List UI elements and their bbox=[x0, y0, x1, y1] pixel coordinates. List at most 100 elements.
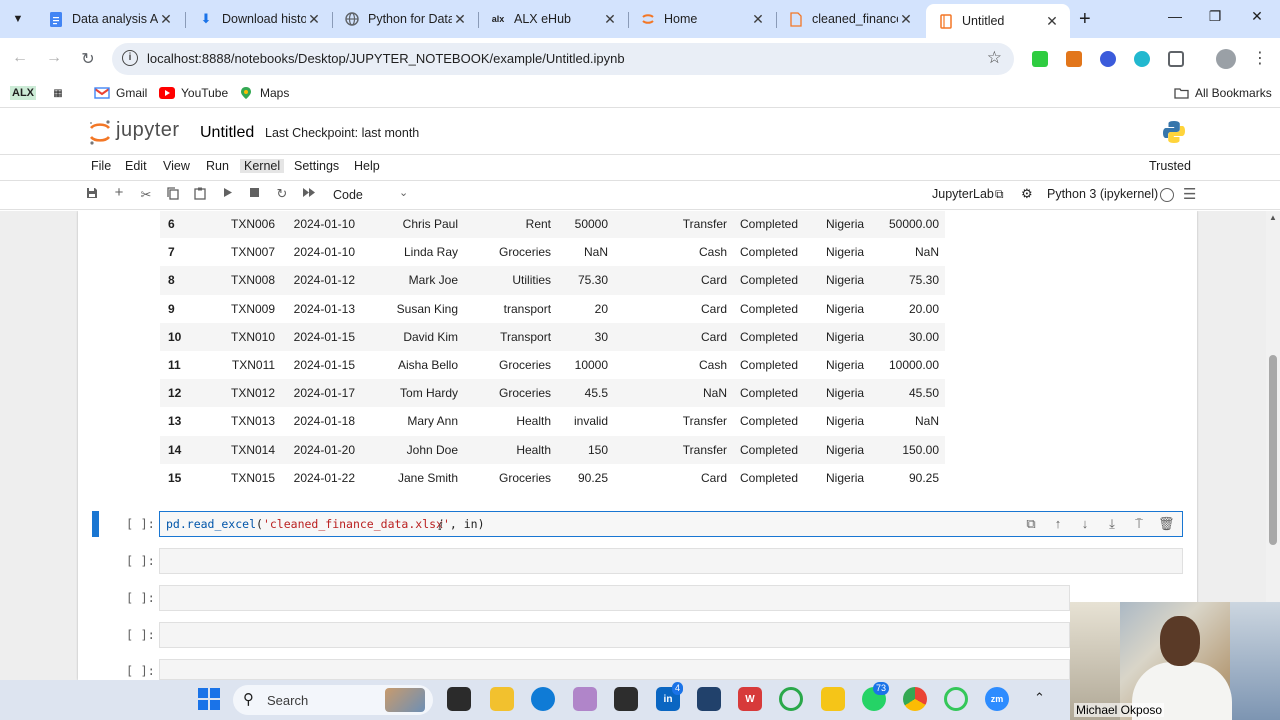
notebook-title[interactable]: Untitled bbox=[200, 124, 254, 142]
windows-start-icon[interactable] bbox=[198, 688, 220, 710]
vscode-icon[interactable] bbox=[697, 687, 721, 711]
reload-icon[interactable]: ↻ bbox=[78, 49, 98, 69]
browser-tab[interactable]: cleaned_finance ✕ bbox=[776, 4, 924, 34]
insert-above-icon[interactable]: ⍑ bbox=[1131, 516, 1147, 532]
tab-close-icon[interactable]: ✕ bbox=[602, 11, 618, 28]
menu-run[interactable]: Run bbox=[202, 159, 233, 173]
browser-tab[interactable]: Data analysis Ab ✕ bbox=[36, 4, 184, 34]
taskbar-search[interactable]: ⚲ Search bbox=[233, 685, 433, 715]
jupyter-logo-icon[interactable] bbox=[88, 119, 112, 145]
chevron-down-icon[interactable]: ⌄ bbox=[399, 186, 408, 199]
bookmark-gmail[interactable]: Gmail bbox=[94, 86, 147, 100]
pycharm-icon[interactable] bbox=[614, 687, 638, 711]
minimize-icon[interactable]: — bbox=[1165, 8, 1185, 24]
forward-arrow-icon[interactable]: → bbox=[44, 49, 64, 67]
table-row: 9 TXN009 2024-01-13 Susan King transport 20 Ca… bbox=[160, 295, 945, 323]
save-icon[interactable] bbox=[84, 187, 100, 202]
tab-close-icon[interactable]: ✕ bbox=[750, 11, 766, 28]
cell-type-select[interactable]: Code bbox=[333, 188, 363, 202]
task-view-icon[interactable] bbox=[447, 687, 471, 711]
active-cell-marker bbox=[92, 511, 99, 537]
restore-icon[interactable]: ❐ bbox=[1205, 8, 1225, 25]
bookmark-youtube[interactable]: YouTube bbox=[159, 86, 228, 100]
app-icon[interactable] bbox=[944, 687, 968, 711]
site-info-icon[interactable]: i bbox=[122, 50, 138, 66]
edge-icon[interactable] bbox=[531, 687, 555, 711]
menu-settings[interactable]: Settings bbox=[290, 159, 343, 173]
extensions-puzzle-icon[interactable] bbox=[1168, 51, 1184, 67]
back-arrow-icon[interactable]: ← bbox=[10, 49, 30, 67]
app-icon[interactable] bbox=[573, 687, 597, 711]
add-cell-icon[interactable]: + bbox=[111, 184, 127, 201]
chrome-icon[interactable] bbox=[903, 687, 927, 711]
hamburger-menu-icon[interactable]: ☰ bbox=[1183, 185, 1196, 203]
browser-tab[interactable]: Python for Data ✕ bbox=[332, 4, 478, 34]
power-bi-icon[interactable] bbox=[821, 687, 845, 711]
duplicate-cell-icon[interactable]: ⧉ bbox=[1023, 516, 1039, 532]
scroll-up-arrow-icon[interactable]: ▲ bbox=[1269, 213, 1277, 222]
tab-close-icon[interactable]: ✕ bbox=[898, 11, 914, 28]
paste-icon[interactable] bbox=[192, 187, 208, 203]
browser-tab[interactable]: alx ALX eHub ✕ bbox=[478, 4, 628, 34]
code-cell-input[interactable] bbox=[159, 548, 1183, 574]
whatsapp-badge: 73 bbox=[873, 682, 890, 695]
code-text[interactable]: pd.read_excel('cleaned_finance_data.xlsx… bbox=[166, 517, 485, 531]
trusted-indicator[interactable]: Trusted bbox=[1149, 159, 1191, 173]
run-icon[interactable] bbox=[220, 187, 236, 201]
move-down-icon[interactable]: ↓ bbox=[1077, 516, 1093, 532]
tab-close-icon[interactable]: ✕ bbox=[158, 11, 174, 28]
code-cell-input[interactable] bbox=[159, 622, 1070, 648]
browser-tab[interactable]: ⬇ Download histor ✕ bbox=[186, 4, 332, 34]
table-cell: Completed bbox=[733, 211, 805, 239]
external-link-icon[interactable]: ⧉ bbox=[995, 187, 1004, 202]
extension-icon[interactable] bbox=[1032, 51, 1048, 67]
app-icon[interactable] bbox=[779, 687, 803, 711]
tab-search-chevron-icon[interactable]: ▼ bbox=[6, 7, 30, 31]
system-tray-chevron-icon[interactable]: ⌃ bbox=[1034, 690, 1045, 706]
tab-close-icon[interactable]: ✕ bbox=[306, 11, 322, 28]
stop-icon[interactable] bbox=[247, 187, 263, 201]
copy-icon[interactable] bbox=[165, 187, 181, 203]
restart-icon[interactable]: ↻ bbox=[274, 186, 290, 202]
scrollbar-thumb[interactable] bbox=[1269, 355, 1277, 545]
browser-tab[interactable]: Home ✕ bbox=[628, 4, 776, 34]
bookmark-alx[interactable]: ALX bbox=[10, 86, 36, 100]
bookmark-maps[interactable]: Maps bbox=[238, 86, 289, 100]
new-tab-plus-icon[interactable]: + bbox=[1079, 8, 1091, 31]
code-cell-input-active[interactable]: pd.read_excel('cleaned_finance_data.xlsx… bbox=[159, 511, 1183, 537]
apps-grid-icon[interactable]: ▦ bbox=[50, 86, 72, 100]
all-bookmarks[interactable]: All Bookmarks bbox=[1173, 86, 1272, 100]
code-cell-input[interactable] bbox=[159, 585, 1070, 611]
menu-view[interactable]: View bbox=[159, 159, 194, 173]
zoom-icon[interactable]: zm bbox=[985, 687, 1009, 711]
extension-icon[interactable] bbox=[1100, 51, 1116, 67]
menu-help[interactable]: Help bbox=[350, 159, 384, 173]
insert-below-icon[interactable]: ⤓ bbox=[1104, 516, 1120, 532]
gear-icon[interactable]: ⚙ bbox=[1021, 186, 1033, 202]
tab-title: cleaned_finance bbox=[812, 12, 898, 26]
tab-close-icon[interactable]: ✕ bbox=[452, 11, 468, 28]
profile-avatar[interactable] bbox=[1216, 49, 1236, 69]
address-url[interactable]: localhost:8888/notebooks/Desktop/JUPYTER… bbox=[147, 51, 625, 66]
jupyterlab-link[interactable]: JupyterLab bbox=[932, 187, 994, 201]
delete-cell-icon[interactable]: 🗑 bbox=[1158, 516, 1175, 532]
extension-icon[interactable] bbox=[1134, 51, 1150, 67]
chrome-menu-icon[interactable]: ⋮ bbox=[1252, 48, 1268, 68]
menu-file[interactable]: File bbox=[87, 159, 115, 173]
file-explorer-icon[interactable] bbox=[490, 687, 514, 711]
tab-close-icon[interactable]: ✕ bbox=[1044, 13, 1060, 30]
code-cell-input[interactable] bbox=[159, 659, 1070, 680]
window-close-icon[interactable]: ✕ bbox=[1247, 8, 1267, 25]
kernel-name[interactable]: Python 3 (ipykernel) bbox=[1047, 187, 1158, 201]
fast-forward-icon[interactable] bbox=[301, 187, 317, 201]
jupyter-logo-text[interactable]: jupyter bbox=[116, 119, 180, 142]
metamask-extension-icon[interactable] bbox=[1066, 51, 1082, 67]
address-bar[interactable]: i localhost:8888/notebooks/Desktop/JUPYT… bbox=[112, 43, 1014, 75]
bookmark-star-icon[interactable]: ☆ bbox=[987, 48, 1002, 68]
wps-office-icon[interactable]: W bbox=[738, 687, 762, 711]
menu-kernel[interactable]: Kernel bbox=[240, 159, 285, 173]
cut-icon[interactable]: ✂ bbox=[138, 187, 154, 203]
menu-edit[interactable]: Edit bbox=[121, 159, 151, 173]
move-up-icon[interactable]: ↑ bbox=[1050, 516, 1066, 532]
browser-tab-active[interactable]: Untitled ✕ bbox=[926, 4, 1070, 38]
